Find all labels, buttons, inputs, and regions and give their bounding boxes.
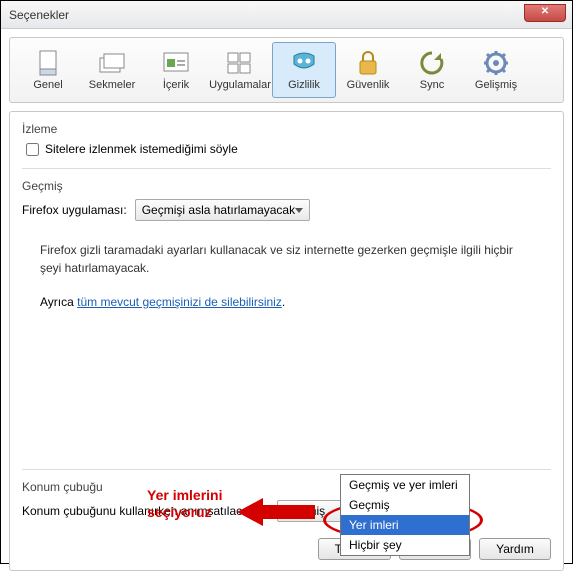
divider <box>22 469 551 470</box>
history-description: Firefox gizli taramadaki ayarları kullan… <box>40 241 533 277</box>
tab-general[interactable]: Genel <box>16 42 80 98</box>
tab-applications[interactable]: Uygulamalar <box>208 42 272 98</box>
tab-label: Genel <box>33 79 62 91</box>
tab-label: Güvenlik <box>347 79 390 91</box>
tab-content[interactable]: İçerik <box>144 42 208 98</box>
tabs-icon <box>98 49 126 77</box>
annotation-arrow-icon <box>237 496 317 531</box>
applications-icon <box>226 49 254 77</box>
options-toolbar: Genel Sekmeler İçerik Uygulamalar Gizlil… <box>9 37 564 103</box>
window-titlebar: Seçenekler ✕ <box>1 1 572 29</box>
privacy-mask-icon <box>290 49 318 77</box>
tab-label: Sync <box>420 79 444 91</box>
tab-security[interactable]: Güvenlik <box>336 42 400 98</box>
link-prefix: Ayrıca <box>40 295 77 309</box>
tab-advanced[interactable]: Gelişmiş <box>464 42 528 98</box>
help-button[interactable]: Yardım <box>479 538 551 560</box>
tracking-section-title: İzleme <box>22 122 551 136</box>
content-icon <box>162 49 190 77</box>
history-section-title: Geçmiş <box>22 179 551 193</box>
dnt-label: Sitelere izlenmek istemediğimi söyle <box>45 142 238 156</box>
general-icon <box>34 49 62 77</box>
locationbar-dropdown: Geçmiş ve yer imleri Geçmiş Yer imleri H… <box>340 474 470 556</box>
dnt-checkbox[interactable] <box>26 143 39 156</box>
window-title: Seçenekler <box>9 8 69 22</box>
clear-history-link[interactable]: tüm mevcut geçmişinizi de silebilirsiniz <box>77 295 282 309</box>
dropdown-option-nothing[interactable]: Hiçbir şey <box>341 535 469 555</box>
dropdown-option-bookmarks[interactable]: Yer imleri <box>341 515 469 535</box>
history-mode-value: Geçmişi asla hatırlamayacak <box>142 203 295 217</box>
history-mode-select[interactable]: Geçmişi asla hatırlamayacak <box>135 199 310 221</box>
chevron-down-icon <box>295 208 303 213</box>
dropdown-option-history-bookmarks[interactable]: Geçmiş ve yer imleri <box>341 475 469 495</box>
tab-tabs[interactable]: Sekmeler <box>80 42 144 98</box>
link-suffix: . <box>282 295 285 309</box>
clear-history-row: Ayrıca tüm mevcut geçmişinizi de silebil… <box>40 295 533 309</box>
tab-label: Gelişmiş <box>475 79 517 91</box>
tab-label: Uygulamalar <box>209 79 271 91</box>
tab-sync[interactable]: Sync <box>400 42 464 98</box>
annotation-text: Yer imlerini seçiyoruz <box>147 487 222 521</box>
dropdown-option-history[interactable]: Geçmiş <box>341 495 469 515</box>
tab-label: Gizlilik <box>288 79 320 91</box>
history-mode-label: Firefox uygulaması: <box>22 203 127 217</box>
divider <box>22 168 551 169</box>
sync-icon <box>418 49 446 77</box>
tab-privacy[interactable]: Gizlilik <box>272 42 336 98</box>
security-lock-icon <box>354 49 382 77</box>
tab-label: Sekmeler <box>89 79 135 91</box>
dnt-checkbox-row: Sitelere izlenmek istemediğimi söyle <box>26 142 551 156</box>
locationbar-section-title: Konum çubuğu <box>22 480 551 494</box>
gear-icon <box>482 49 510 77</box>
tab-label: İçerik <box>163 79 189 91</box>
window-close-button[interactable]: ✕ <box>524 4 566 22</box>
